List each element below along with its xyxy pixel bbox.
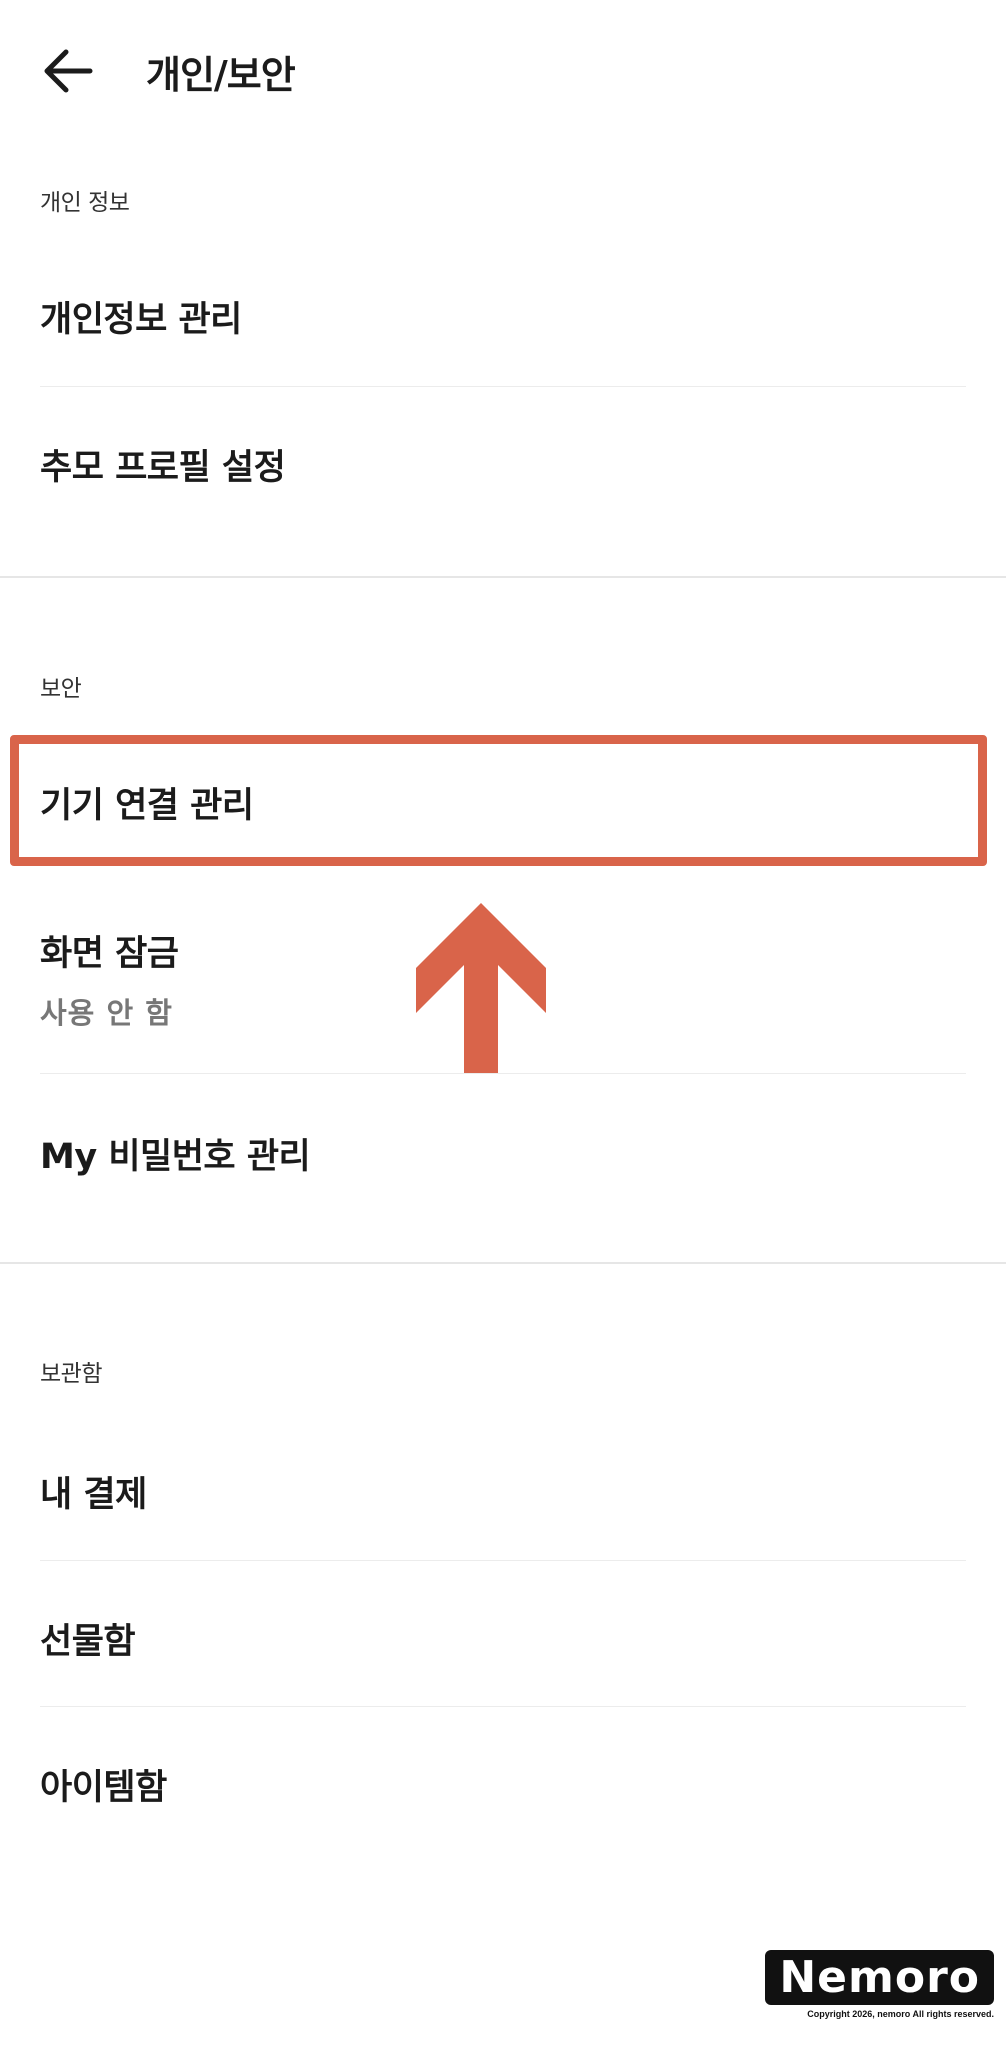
menu-item-my-password-management[interactable]: My 비밀번호 관리 xyxy=(0,1074,1006,1224)
app-header: 개인/보안 xyxy=(0,0,1006,140)
menu-item-device-connection-management[interactable]: 기기 연결 관리 xyxy=(0,745,1006,860)
section-title-security: 보안 xyxy=(40,676,82,702)
watermark-logo: Nemoro xyxy=(765,1950,994,2005)
menu-item-personal-info-management[interactable]: 개인정보 관리 xyxy=(0,265,1006,385)
page-title: 개인/보안 xyxy=(146,53,296,97)
menu-item-item-box[interactable]: 아이템함 xyxy=(0,1707,1006,1852)
menu-item-label: 선물함 xyxy=(40,1622,136,1662)
menu-item-my-payments[interactable]: 내 결제 xyxy=(0,1430,1006,1560)
section-divider xyxy=(0,1262,1006,1264)
menu-item-screen-lock[interactable]: 화면 잠금 사용 안 함 xyxy=(0,895,1006,1070)
menu-item-label: 화면 잠금 xyxy=(40,934,179,974)
watermark: Nemoro Copyright 2026, nemoro All rights… xyxy=(765,1950,994,2019)
watermark-copyright: Copyright 2026, nemoro All rights reserv… xyxy=(807,2009,994,2019)
section-title-personal-info: 개인 정보 xyxy=(40,190,130,216)
menu-item-label: 개인정보 관리 xyxy=(40,300,242,340)
menu-item-label: 아이템함 xyxy=(40,1768,167,1808)
section-title-storage: 보관함 xyxy=(40,1361,102,1387)
section-divider xyxy=(0,576,1006,578)
back-button[interactable] xyxy=(40,40,102,102)
menu-item-label: My 비밀번호 관리 xyxy=(40,1137,311,1177)
back-arrow-icon xyxy=(44,49,93,93)
menu-item-status: 사용 안 함 xyxy=(40,996,173,1030)
menu-item-label: 추모 프로필 설정 xyxy=(40,448,286,488)
menu-item-label: 내 결제 xyxy=(40,1475,147,1515)
menu-item-memorial-profile-settings[interactable]: 추모 프로필 설정 xyxy=(0,387,1006,532)
menu-item-label: 기기 연결 관리 xyxy=(40,786,254,826)
menu-item-gift-box[interactable]: 선물함 xyxy=(0,1561,1006,1706)
